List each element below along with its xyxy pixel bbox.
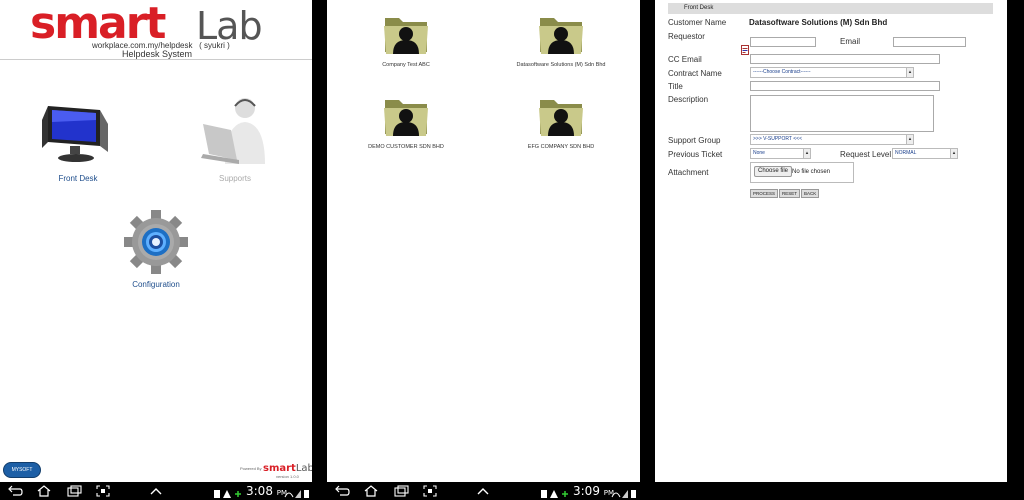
previous-ticket-select[interactable]: None ▴ [750,148,811,159]
request-level-label: Request Level [840,150,892,159]
customer-name-value: Datasoftware Solutions (M) Sdn Bhd [749,18,888,27]
configuration-label: Configuration [132,280,180,289]
folder-user-icon [536,94,586,138]
contract-select[interactable]: ------Choose Contract------ ▴ [750,67,914,78]
folder-user-icon [381,94,431,138]
header-divider [0,59,312,60]
requestor-input[interactable] [750,37,816,47]
screenshot-nav-icon[interactable] [95,485,111,497]
email-input[interactable] [893,37,966,47]
previous-ticket-label: Previous Ticket [668,150,723,159]
chevron-down-icon: ▴ [906,135,913,144]
support-group-select[interactable]: >>> V-SUPPORT <<< ▴ [750,134,914,145]
back-nav-icon[interactable] [7,485,23,497]
pdf-icon[interactable] [741,42,749,55]
request-level-select-value: NORMAL [895,150,917,156]
folder-label: DEMO CUSTOMER SDN BHD [368,144,444,150]
customer-folder[interactable]: Company Test ABC [346,12,466,68]
customer-folder[interactable]: Datasoftware Solutions (M) Sdn Bhd [501,12,621,68]
logo-lab-text: Lab [196,4,263,48]
folder-label: Datasoftware Solutions (M) Sdn Bhd [516,62,606,68]
powered-logo-lab: Lab [295,463,312,474]
customer-folder[interactable]: DEMO CUSTOMER SDN BHD [346,94,466,150]
chevron-down-icon: ▴ [803,149,810,158]
back-button[interactable]: BACK [801,189,820,198]
folder-user-icon [381,12,431,56]
smartlab-logo: smart Lab [30,0,290,49]
description-label: Description [668,95,709,104]
status-icons-right [611,486,639,498]
home-nav-icon[interactable] [36,485,52,497]
title-input[interactable] [750,81,940,91]
recent-apps-nav-icon[interactable] [66,485,82,497]
front-desk-menu-item[interactable]: Front Desk [18,100,138,183]
back-nav-icon[interactable] [334,485,350,497]
choose-file-button[interactable]: Choose file [754,166,793,177]
clock-left: 3:08 PM [246,484,287,498]
monitor-icon [38,100,118,172]
request-level-select[interactable]: NORMAL ▴ [892,148,958,159]
cc-email-label: CC Email [668,55,702,64]
chevron-up-icon[interactable] [475,485,491,497]
supports-label: Supports [218,174,252,183]
attachment-label: Attachment [668,168,709,177]
customer-folder[interactable]: EFG COMPANY SDN BHD [501,94,621,150]
status-icons-left [284,486,312,498]
notification-icons [541,486,571,498]
powered-by-text: Powered By [240,466,262,471]
chevron-up-icon[interactable] [148,485,164,497]
logo-smart-text: smart [30,0,166,49]
recent-apps-nav-icon[interactable] [393,485,409,497]
notification-icons [214,486,244,498]
system-title: Helpdesk System [122,49,193,59]
clock-right: 3:09 PM [573,484,614,498]
supports-menu-item[interactable]: Supports [175,94,295,183]
form-header-title: Front Desk [684,5,714,11]
previous-ticket-select-value: None [753,150,765,156]
folder-label: EFG COMPANY SDN BHD [527,144,595,150]
system-nav-bar-left: 3:08 PM [0,482,312,500]
folder-label: Company Test ABC [382,62,430,68]
mysoft-badge-text: MYSOFT [11,467,33,473]
folder-user-icon [536,12,586,56]
contract-select-value: ------Choose Contract------ [753,69,811,75]
support-group-select-value: >>> V-SUPPORT <<< [753,136,803,142]
configuration-menu-item[interactable]: Configuration [96,208,216,289]
no-file-chosen-text: No file chosen [792,169,831,175]
email-label: Email [840,37,861,46]
process-button[interactable]: PROCESS [750,189,779,198]
mysoft-badge: MYSOFT [3,462,41,478]
gear-icon [116,208,196,278]
cc-email-input[interactable] [750,54,940,64]
front-desk-label: Front Desk [58,174,98,183]
reset-button[interactable]: RESET [779,189,801,198]
powered-logo-smart: smart [263,463,296,474]
home-nav-icon[interactable] [363,485,379,497]
chevron-down-icon: ▴ [906,68,913,77]
customer-list-screen: Company Test ABC Datasoftware Solutions … [327,0,640,482]
requestor-label: Requestor [668,32,705,41]
contract-name-label: Contract Name [668,69,722,78]
support-agent-icon [195,94,275,172]
form-header: Front Desk [668,3,993,14]
home-screen: smart Lab workplace.com.my/helpdesk ( sy… [0,0,312,482]
screenshot-nav-icon[interactable] [422,485,438,497]
system-nav-bar-right: 3:09 PM [327,482,640,500]
powered-logo: smartLab [263,463,312,474]
support-group-label: Support Group [668,136,721,145]
version-text: version 1.0.0 [276,474,299,479]
clock-right-time: 3:09 [573,484,600,498]
title-label: Title [668,82,683,91]
description-textarea[interactable] [750,95,934,132]
front-desk-form-screen: Front Desk Customer Name Datasoftware So… [655,0,1007,482]
clock-left-time: 3:08 [246,484,273,498]
chevron-down-icon: ▴ [950,149,957,158]
customer-name-label: Customer Name [668,18,727,27]
attachment-file-input[interactable]: Choose file No file chosen [750,162,854,183]
